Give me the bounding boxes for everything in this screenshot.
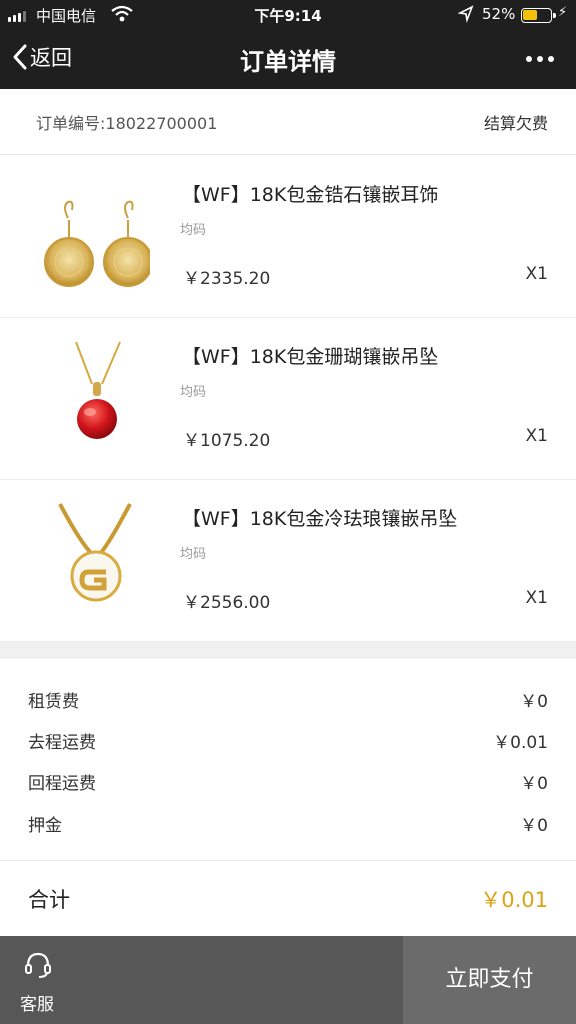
product-quantity: X1: [525, 264, 548, 284]
total-value: ￥0.01: [480, 888, 548, 912]
fee-row-rental: 租赁费 ￥0: [0, 683, 576, 713]
fee-label: 租赁费: [28, 692, 79, 712]
fee-label: 去程运费: [28, 733, 96, 753]
product-item[interactable]: 【WF】18K包金冷珐琅镶嵌吊坠 均码 ￥2556.00 X1: [0, 480, 576, 642]
product-item[interactable]: 【WF】18K包金珊瑚镶嵌吊坠 均码 ￥1075.20 X1: [0, 318, 576, 480]
product-price: ￥1075.20: [183, 431, 271, 451]
fee-value: ￥0: [520, 774, 548, 794]
fee-label: 回程运费: [28, 774, 96, 794]
pay-now-button[interactable]: 立即支付: [403, 936, 576, 1024]
fee-row-return-shipping: 回程运费 ￥0: [0, 765, 576, 795]
product-name: 【WF】18K包金锆石镶嵌耳饰: [182, 184, 439, 206]
headset-icon: [25, 952, 51, 978]
fee-row-outbound-shipping: 去程运费 ￥0.01: [0, 724, 576, 754]
page-title: 订单详情: [240, 48, 336, 76]
order-status: 结算欠费: [483, 114, 548, 133]
enamel-g-pendant-image: [58, 503, 132, 602]
product-size: 均码: [180, 223, 207, 238]
top-bar: 中国电信 下午9:14 52% ⚡ 返回 订单详情: [0, 0, 576, 89]
customer-service-button[interactable]: 客服: [0, 936, 403, 1024]
fee-value: ￥0.01: [493, 733, 548, 753]
order-header: 订单编号:18022700001 结算欠费: [0, 89, 576, 155]
order-total: 合计 ￥0.01: [0, 862, 576, 936]
product-size: 均码: [180, 547, 207, 562]
product-quantity: X1: [525, 426, 548, 446]
product-size: 均码: [180, 385, 207, 400]
bottom-action-bar: 客服 立即支付: [0, 936, 576, 1024]
nav-bar: 返回 订单详情: [0, 30, 576, 89]
fee-value: ￥0: [520, 816, 548, 836]
product-name: 【WF】18K包金冷珐琅镶嵌吊坠: [182, 508, 458, 530]
charging-icon: ⚡: [558, 5, 568, 20]
fee-value: ￥0: [520, 692, 548, 712]
more-icon[interactable]: [526, 56, 554, 62]
fee-row-deposit: 押金 ￥0: [0, 807, 576, 837]
product-price: ￥2556.00: [183, 593, 271, 613]
battery-icon: [521, 8, 556, 23]
product-item[interactable]: 【WF】18K包金锆石镶嵌耳饰 均码 ￥2335.20 X1: [0, 156, 576, 318]
customer-service-label: 客服: [20, 995, 54, 1015]
product-price: ￥2335.20: [183, 269, 271, 289]
product-name: 【WF】18K包金珊瑚镶嵌吊坠: [182, 346, 439, 368]
status-bar: 中国电信 下午9:14 52% ⚡: [0, 0, 576, 30]
order-number: 订单编号:18022700001: [36, 114, 218, 133]
location-arrow-icon: [458, 5, 474, 23]
product-quantity: X1: [525, 588, 548, 608]
total-label: 合计: [28, 888, 70, 912]
battery-percent: 52%: [482, 5, 516, 23]
section-divider: [0, 642, 576, 659]
fee-list: 租赁费 ￥0 去程运费 ￥0.01 回程运费 ￥0 押金 ￥0: [0, 659, 576, 861]
fee-label: 押金: [28, 816, 62, 836]
red-coral-pendant-image: [75, 341, 121, 439]
gold-earrings-image: [44, 200, 150, 287]
